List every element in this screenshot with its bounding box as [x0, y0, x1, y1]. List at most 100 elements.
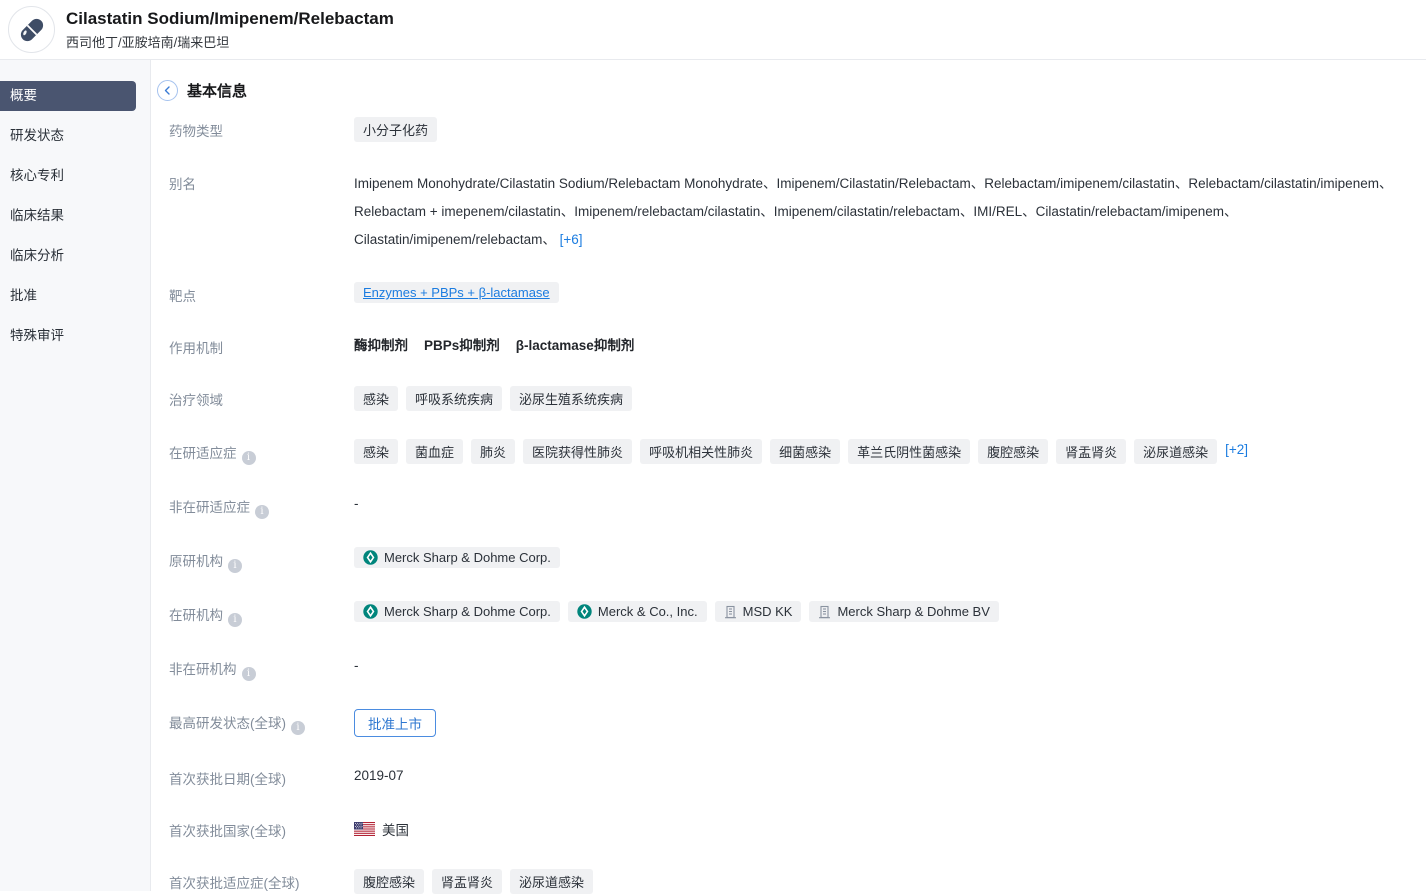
tag[interactable]: 泌尿道感染	[510, 869, 593, 894]
sidebar-item-2[interactable]: 核心专利	[0, 161, 150, 191]
merck-logo-icon	[363, 604, 378, 619]
org-tag[interactable]: MSD KK	[715, 601, 802, 622]
field-row-drug-type: 药物类型 小分子化药	[169, 117, 1426, 142]
chevron-left-icon	[163, 86, 172, 95]
drug-title-block: Cilastatin Sodium/Imipenem/Relebactam 西司…	[66, 8, 394, 51]
info-icon[interactable]: i	[228, 613, 242, 627]
field-row-first-approval-indications: 首次获批适应症(全球) 腹腔感染肾盂肾炎泌尿道感染	[169, 869, 1426, 894]
field-label-inactive-indications: 非在研适应症i	[169, 493, 354, 519]
tag[interactable]: 肾盂肾炎	[432, 869, 502, 894]
field-label-originator-org: 原研机构 i	[169, 547, 354, 573]
field-value-moa: 酶抑制剂 PBPs抑制剂 β-lactamase抑制剂	[354, 334, 1426, 358]
field-label-highest-status: 最高研发状态(全球)i	[169, 709, 354, 737]
field-label-first-approval-date: 首次获批日期(全球)	[169, 765, 354, 789]
field-label-active-indications: 在研适应症i	[169, 439, 354, 465]
field-label-text: 首次获批适应症(全球)	[169, 876, 300, 891]
sidebar-item-6[interactable]: 特殊审评	[0, 321, 150, 351]
show-more-link[interactable]: [+6]	[560, 232, 583, 247]
info-icon[interactable]: i	[255, 505, 269, 519]
field-value-target: Enzymes + PBPs + β-lactamase	[354, 282, 1426, 306]
main-layout: 概要研发状态核心专利临床结果临床分析批准特殊审评 基本信息 药物类型 小分子化药别…	[0, 60, 1426, 891]
org-name: Merck & Co., Inc.	[598, 604, 698, 619]
building-icon	[818, 605, 831, 619]
field-label-text: 作用机制	[169, 341, 223, 356]
drug-avatar	[8, 6, 55, 53]
tag[interactable]: 腹腔感染	[354, 869, 424, 894]
tag[interactable]: 泌尿道感染	[1134, 439, 1217, 464]
info-icon[interactable]: i	[228, 559, 242, 573]
field-label-text: 在研机构	[169, 608, 223, 623]
field-label-first-approval-indications: 首次获批适应症(全球)	[169, 869, 354, 894]
tag[interactable]: 革兰氏阴性菌感染	[848, 439, 970, 464]
field-row-highest-status: 最高研发状态(全球)i批准上市	[169, 709, 1426, 737]
field-row-inactive-orgs: 非在研机构i-	[169, 655, 1426, 681]
show-more-link[interactable]: [+2]	[1225, 439, 1248, 457]
org-tag[interactable]: Merck Sharp & Dohme BV	[809, 601, 998, 622]
tag[interactable]: 肺炎	[471, 439, 515, 464]
field-value-drug-type: 小分子化药	[354, 117, 1426, 142]
collapse-sidebar-button[interactable]	[157, 80, 178, 101]
mechanism-item: PBPs抑制剂	[424, 338, 500, 353]
tag[interactable]: 细菌感染	[770, 439, 840, 464]
sidebar: 概要研发状态核心专利临床结果临床分析批准特殊审评	[0, 60, 151, 891]
tag[interactable]: 感染	[354, 386, 398, 411]
org-tag[interactable]: Merck Sharp & Dohme Corp.	[354, 601, 560, 622]
field-row-aliases: 别名 Imipenem Monohydrate/Cilastatin Sodium…	[169, 170, 1426, 254]
status-badge[interactable]: 批准上市	[354, 709, 436, 737]
tag[interactable]: 感染	[354, 439, 398, 464]
sidebar-item-4[interactable]: 临床分析	[0, 241, 150, 271]
country-name: 美国	[382, 819, 409, 839]
field-label-text: 首次获批日期(全球)	[169, 772, 286, 787]
alias-text: Imipenem Monohydrate/Cilastatin Sodium/R…	[354, 170, 1410, 254]
info-icon[interactable]: i	[242, 667, 256, 681]
mechanism-item: 酶抑制剂	[354, 338, 408, 353]
field-label-text: 别名	[169, 177, 196, 192]
tag[interactable]: 泌尿生殖系统疾病	[510, 386, 632, 411]
sidebar-item-5[interactable]: 批准	[0, 281, 150, 311]
org-name: Merck Sharp & Dohme Corp.	[384, 550, 551, 565]
field-value-active-indications: 感染菌血症肺炎医院获得性肺炎呼吸机相关性肺炎细菌感染革兰氏阴性菌感染腹腔感染肾盂…	[354, 439, 1426, 465]
org-name: Merck Sharp & Dohme BV	[837, 604, 989, 619]
tag[interactable]: 呼吸系统疾病	[406, 386, 502, 411]
building-icon	[724, 605, 737, 619]
page-subtitle: 西司他丁/亚胺培南/瑞来巴坦	[66, 32, 394, 51]
field-label-aliases: 别名	[169, 170, 354, 254]
field-value-originator-org: Merck Sharp & Dohme Corp.	[354, 547, 1426, 573]
tag[interactable]: 菌血症	[406, 439, 463, 464]
field-label-active-orgs: 在研机构 i	[169, 601, 354, 627]
content-panel: 基本信息 药物类型 小分子化药别名 Imipenem Monohydrate/Cil…	[151, 60, 1426, 891]
field-label-text: 原研机构	[169, 554, 223, 569]
country-value: 美国	[354, 817, 409, 839]
field-row-active-orgs: 在研机构 i Merck Sharp & Dohme Corp. Merck & Co…	[169, 601, 1426, 627]
sidebar-item-1[interactable]: 研发状态	[0, 121, 150, 151]
tag[interactable]: 肾盂肾炎	[1056, 439, 1126, 464]
target-tag[interactable]: Enzymes + PBPs + β-lactamase	[354, 282, 559, 303]
org-name: Merck Sharp & Dohme Corp.	[384, 604, 551, 619]
sidebar-item-3[interactable]: 临床结果	[0, 201, 150, 231]
field-value-first-approval-indications: 腹腔感染肾盂肾炎泌尿道感染	[354, 869, 1426, 894]
field-label-text: 靶点	[169, 289, 196, 304]
field-label-text: 药物类型	[169, 124, 223, 139]
mechanism-item: β-lactamase抑制剂	[516, 338, 635, 353]
info-icon[interactable]: i	[291, 721, 305, 735]
field-row-active-indications: 在研适应症i感染菌血症肺炎医院获得性肺炎呼吸机相关性肺炎细菌感染革兰氏阴性菌感染…	[169, 439, 1426, 465]
info-icon[interactable]: i	[242, 451, 256, 465]
field-label-inactive-orgs: 非在研机构i	[169, 655, 354, 681]
tag[interactable]: 呼吸机相关性肺炎	[640, 439, 762, 464]
field-label-text: 治疗领域	[169, 393, 223, 408]
sidebar-item-0[interactable]: 概要	[0, 81, 136, 111]
field-value-active-orgs: Merck Sharp & Dohme Corp. Merck & Co., In…	[354, 601, 1426, 627]
field-row-therapeutic-areas: 治疗领域 感染呼吸系统疾病泌尿生殖系统疾病	[169, 386, 1426, 411]
tag[interactable]: 腹腔感染	[978, 439, 1048, 464]
target-link[interactable]: Enzymes + PBPs + β-lactamase	[363, 285, 550, 300]
tag[interactable]: 医院获得性肺炎	[523, 439, 632, 464]
section-title: 基本信息	[187, 80, 247, 101]
org-tag[interactable]: Merck Sharp & Dohme Corp.	[354, 547, 560, 568]
field-value-first-approval-country: 美国	[354, 817, 1426, 841]
merck-logo-icon	[577, 604, 592, 619]
field-label-target: 靶点	[169, 282, 354, 306]
org-tag[interactable]: Merck & Co., Inc.	[568, 601, 707, 622]
field-label-therapeutic-areas: 治疗领域	[169, 386, 354, 411]
field-row-first-approval-date: 首次获批日期(全球)2019-07	[169, 765, 1426, 789]
field-label-first-approval-country: 首次获批国家(全球)	[169, 817, 354, 841]
